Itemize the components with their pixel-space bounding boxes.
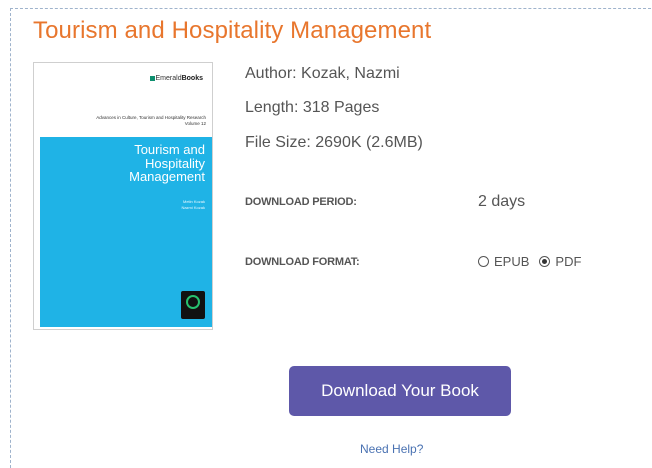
download-format-label: DOWNLOAD FORMAT: bbox=[245, 256, 360, 268]
download-period-label: DOWNLOAD PERIOD: bbox=[245, 196, 357, 208]
format-option-epub[interactable]: EPUB bbox=[478, 254, 529, 269]
cover-brand-name: Books bbox=[181, 75, 203, 82]
cover-title-line: Management bbox=[129, 169, 205, 185]
cover-title-line: Hospitality bbox=[145, 155, 205, 171]
book-cover-image: EmeraldBooks Advances in Culture, Touris… bbox=[33, 62, 213, 330]
emerald-badge-icon bbox=[181, 291, 205, 319]
cover-author: Metin Kozak bbox=[182, 199, 205, 204]
pdf-radio[interactable] bbox=[539, 256, 551, 267]
book-file-size: File Size: 2690K (2.6MB) bbox=[245, 134, 423, 151]
book-author: Author: Kozak, Nazmi bbox=[245, 65, 400, 82]
cover-brand: EmeraldBooks bbox=[149, 75, 203, 82]
book-title: Tourism and Hospitality Management bbox=[33, 17, 432, 44]
need-help-link[interactable]: Need Help? bbox=[360, 442, 423, 456]
download-period-value: 2 days bbox=[478, 193, 526, 210]
cover-brand-prefix: Emerald bbox=[155, 75, 182, 82]
epub-radio[interactable] bbox=[478, 256, 489, 267]
epub-label: EPUB bbox=[494, 254, 530, 269]
cover-title: Tourism and Hospitality Management bbox=[129, 143, 205, 184]
emerald-logo-icon bbox=[149, 75, 155, 81]
format-option-pdf[interactable]: PDF bbox=[539, 254, 581, 269]
pdf-label: PDF bbox=[555, 254, 582, 269]
cover-title-band: Tourism and Hospitality Management Metin… bbox=[40, 137, 212, 327]
cover-volume: Volume 12 bbox=[184, 121, 206, 127]
cover-series: Advances in Culture, Tourism and Hospita… bbox=[40, 115, 206, 128]
download-book-button[interactable]: Download Your Book bbox=[289, 366, 511, 416]
cover-author: Nazmi Kozak bbox=[181, 204, 205, 210]
download-format-options: EPUB PDF bbox=[478, 254, 591, 269]
book-length: Length: 318 Pages bbox=[245, 99, 380, 116]
cover-title-line: Tourism and bbox=[134, 142, 205, 157]
cover-authors: Metin Kozak Nazmi Kozak bbox=[181, 199, 205, 210]
